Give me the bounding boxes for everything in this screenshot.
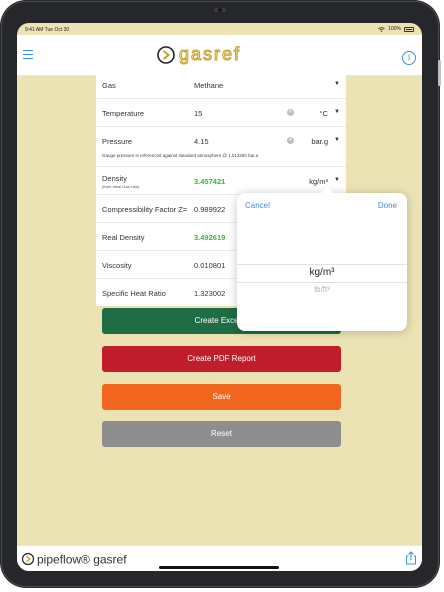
temperature-input[interactable]: 15 <box>194 109 202 118</box>
viscosity-value: 0.010801 <box>194 261 226 270</box>
reset-button[interactable]: Reset <box>102 421 341 447</box>
density-label: Density <box>102 174 128 183</box>
pressure-note: Gauge pressure is referenced against sta… <box>102 153 259 158</box>
density-unit[interactable]: kg/m³ <box>309 177 328 186</box>
picker-done-button[interactable]: Done <box>378 201 397 210</box>
viscosity-label: Viscosity <box>102 261 132 270</box>
picker-selection-divider <box>237 264 407 265</box>
clear-icon[interactable]: ✕ <box>287 137 294 144</box>
specific-heat-ratio-value: 1.323002 <box>194 289 226 298</box>
temperature-label: Temperature <box>102 109 145 118</box>
wifi-icon <box>378 26 385 32</box>
pipeflow-gasref-logo: pipeflow® gasref <box>21 553 127 567</box>
bottom-bar: pipeflow® gasref <box>17 545 422 571</box>
battery-icon <box>404 26 414 32</box>
ipad-device-frame: 9:41 AM Tue Oct 30 100% gasref i Gas Met… <box>0 0 441 588</box>
clear-icon[interactable]: ✕ <box>287 109 294 116</box>
pressure-label: Pressure <box>102 137 133 146</box>
chevron-down-icon[interactable]: ▼ <box>334 137 340 143</box>
picker-selection-divider <box>237 282 407 283</box>
pressure-unit[interactable]: bar.g <box>311 137 328 146</box>
pressure-row: Pressure 4.15 ✕ bar.g ▼ Gauge pressure i… <box>96 127 346 167</box>
density-row: Density (from Ideal Gas Law) 3.457421 kg… <box>96 167 346 195</box>
svg-text:gasref: gasref <box>179 44 241 64</box>
real-density-label: Real Density <box>102 233 145 242</box>
temperature-unit[interactable]: °C <box>320 109 328 118</box>
gasref-logo: gasref <box>157 44 241 65</box>
info-icon[interactable]: i <box>402 51 416 65</box>
gas-value[interactable]: Methane <box>194 81 223 90</box>
specific-heat-ratio-label: Specific Heat Ratio <box>102 289 166 298</box>
status-right: 100% <box>378 26 414 32</box>
app-screen: 9:41 AM Tue Oct 30 100% gasref i Gas Met… <box>17 23 422 571</box>
density-sublabel: (from Ideal Gas Law) <box>102 184 140 189</box>
picker-cancel-button[interactable]: Cancel <box>245 201 270 210</box>
density-value: 3.457421 <box>194 177 226 186</box>
unit-picker-popover: Cancel Done kg/m³ lb/ft³ <box>237 187 407 331</box>
status-bar: 9:41 AM Tue Oct 30 100% <box>17 23 422 35</box>
gas-row[interactable]: Gas Methane ▼ <box>96 71 346 99</box>
hamburger-icon[interactable] <box>23 50 33 60</box>
status-time: 9:41 AM Tue Oct 30 <box>25 27 70 33</box>
chevron-down-icon[interactable]: ▼ <box>334 109 340 115</box>
gas-label: Gas <box>102 81 116 90</box>
temperature-row: Temperature 15 ✕ °C ▼ <box>96 99 346 127</box>
volume-button <box>438 60 441 86</box>
chevron-down-icon[interactable]: ▼ <box>334 81 340 87</box>
chevron-down-icon[interactable]: ▼ <box>334 177 340 183</box>
save-button[interactable]: Save <box>102 384 341 410</box>
navigation-bar: gasref i <box>17 35 422 76</box>
compressibility-label: Compressibility Factor Z= <box>102 205 188 214</box>
home-indicator <box>159 566 279 569</box>
picker-option-selected[interactable]: kg/m³ <box>237 267 407 278</box>
real-density-value: 3.492619 <box>194 233 226 242</box>
battery-percent: 100% <box>388 26 401 32</box>
compressibility-value: 0.989922 <box>194 205 226 214</box>
share-icon[interactable] <box>405 551 417 565</box>
svg-text:pipeflow® gasref: pipeflow® gasref <box>37 553 127 567</box>
picker-option[interactable]: lb/ft³ <box>237 285 407 294</box>
front-camera <box>214 8 226 12</box>
pressure-input[interactable]: 4.15 <box>194 137 209 146</box>
create-pdf-report-button[interactable]: Create PDF Report <box>102 346 341 372</box>
